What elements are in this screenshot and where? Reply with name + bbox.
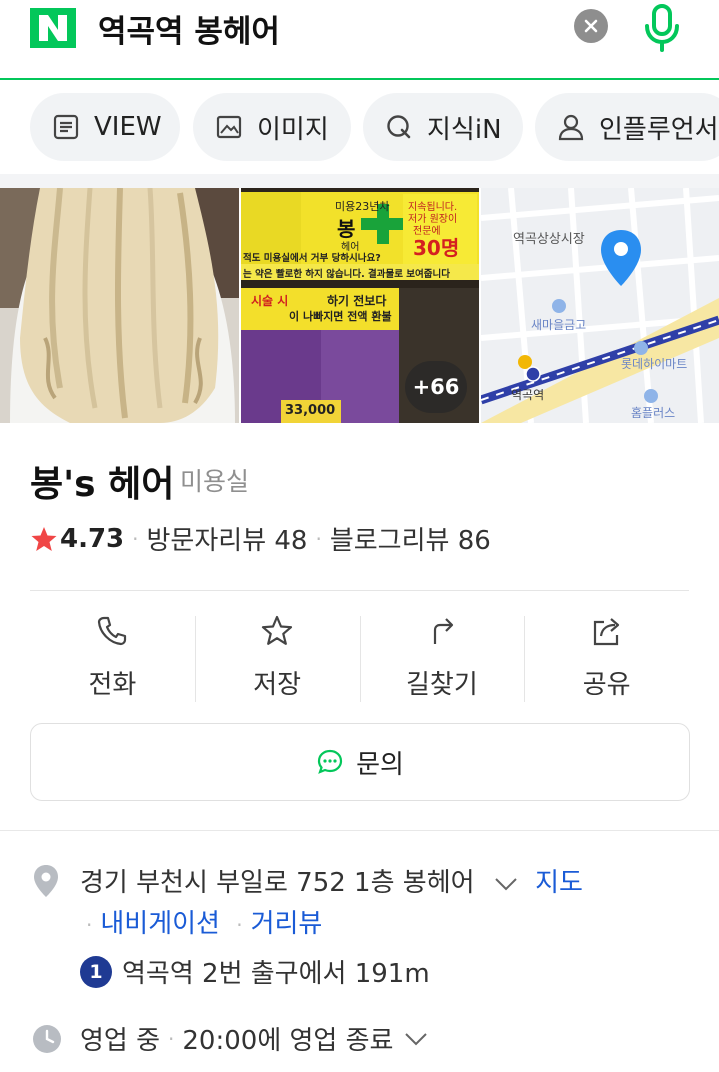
image-icon [215, 113, 243, 141]
hours-row[interactable]: 영업 중 · 20:00에 영업 종료 [80, 1020, 429, 1057]
naver-logo[interactable] [30, 8, 76, 48]
call-button[interactable]: 전화 [30, 604, 195, 704]
sign-slogan: 적도 미용실에서 거부 당하시나요? [243, 253, 381, 264]
rating-row: 4.73 · 방문자리뷰 48 · 블로그리뷰 86 [30, 520, 491, 557]
sign-slogan2: 는 약은 빨로한 하지 않습니다. 결과물로 보여줍니다 [243, 269, 450, 280]
q-icon [385, 113, 413, 141]
map-label-mart: 롯데하이마트 [621, 357, 688, 371]
map-label-homeplus: 홈플러스 [631, 406, 676, 420]
address-links: · 내비게이션 · 거리뷰 [78, 903, 322, 940]
navigation-link[interactable]: 내비게이션 [100, 909, 220, 939]
share-button[interactable]: 공유 [524, 604, 689, 704]
inquiry-label: 문의 [356, 749, 404, 780]
action-label: 공유 [582, 670, 631, 700]
tab-label: 이미지 [257, 114, 329, 145]
clock-icon [33, 1025, 61, 1053]
naver-n-icon [30, 8, 76, 48]
map-label-market: 역곡상상시장 [513, 232, 585, 247]
blog-reviews-link[interactable]: 블로그리뷰 86 [330, 520, 491, 557]
chevron-down-icon[interactable] [403, 1029, 429, 1049]
subway-line-badge: 1 [80, 955, 112, 988]
map-label-station: 역곡역 [511, 388, 545, 402]
map-label-bank: 새마을금고 [531, 318, 587, 332]
rating-value: 4.73 [60, 523, 125, 554]
sign-promo1: 시술 시 [251, 294, 289, 308]
place-category: 미용실 [180, 467, 250, 496]
tab-knowledge-in[interactable]: 지식iN [363, 93, 523, 161]
close-icon [584, 19, 598, 33]
hair-photo[interactable] [0, 188, 239, 423]
tab-images[interactable]: 이미지 [193, 93, 351, 161]
subway-row: 1 역곡역 2번 출구에서 191m [80, 953, 430, 990]
save-button[interactable]: 저장 [194, 604, 360, 704]
search-query[interactable]: 역곡역 봉헤어 [98, 6, 280, 51]
separator-dot: · [132, 526, 139, 551]
sign-promo2: 하기 전보다 [327, 294, 387, 308]
microphone-icon [645, 4, 679, 52]
separator-dot: · [315, 526, 322, 551]
blonde-hair-image [0, 188, 239, 423]
clear-search-button[interactable] [574, 9, 608, 43]
location-pin-icon [34, 865, 58, 897]
sign-big-number: 30명 [413, 236, 460, 260]
section-divider [0, 174, 719, 188]
separator-dot: · [236, 913, 243, 937]
map-thumbnail[interactable]: 역곡상상시장 새마을금고 롯데하이마트 역곡역 홈플러스 [481, 188, 719, 423]
subway-distance: 역곡역 2번 출구에서 191m [122, 959, 430, 989]
chat-bubble-icon [317, 749, 343, 774]
action-bar: 전화 저장 길찾기 공유 [30, 604, 689, 704]
street-view-link[interactable]: 거리뷰 [251, 909, 323, 939]
inquiry-button[interactable]: 문의 [30, 723, 690, 801]
tab-label: 지식iN [427, 114, 502, 145]
sign-promo3: 이 나빠지면 전액 환불 [289, 310, 392, 323]
chevron-down-icon[interactable] [493, 874, 519, 894]
divider [0, 830, 719, 831]
tab-influencer[interactable]: 인플루언서 [535, 93, 719, 161]
directions-icon [433, 618, 453, 644]
closing-time: 20:00에 영업 종료 [182, 1026, 394, 1056]
tab-view[interactable]: VIEW [30, 93, 180, 161]
map-link[interactable]: 지도 [535, 868, 583, 898]
shop-sign-photo[interactable]: 미용23년차 봉 헤어 지속됩니다. 저가 원장이 전문에 30명 적도 미용실… [241, 188, 479, 423]
voice-search-button[interactable] [640, 3, 684, 53]
tab-label: VIEW [94, 112, 162, 142]
place-name: 봉's 헤어 [30, 464, 175, 505]
tab-label: 인플루언서 [599, 114, 719, 145]
document-icon [52, 113, 80, 141]
share-icon [593, 618, 619, 646]
action-label: 저장 [253, 670, 302, 700]
separator-dot: · [86, 913, 93, 937]
search-tabs: VIEW 이미지 지식iN 인플루언서 [0, 93, 719, 161]
phone-icon [98, 616, 127, 646]
directions-button[interactable]: 길찾기 [359, 604, 525, 704]
person-icon [557, 113, 585, 141]
business-status: 영업 중 [80, 1026, 161, 1056]
search-header: 역곡역 봉헤어 [0, 0, 719, 80]
sign-line1: 미용23년차 [335, 200, 390, 213]
divider [30, 590, 689, 591]
star-outline-icon [262, 615, 293, 645]
photo-gallery: 미용23년차 봉 헤어 지속됩니다. 저가 원장이 전문에 30명 적도 미용실… [0, 188, 719, 423]
visitor-reviews-link[interactable]: 방문자리뷰 48 [147, 520, 308, 557]
action-label: 길찾기 [405, 670, 478, 700]
sign-price: 33,000 [285, 403, 336, 418]
separator-dot: · [168, 1026, 175, 1051]
action-label: 전화 [88, 670, 137, 700]
address-row: 경기 부천시 부일로 752 1층 봉헤어 지도 [80, 862, 583, 899]
star-icon [31, 526, 57, 551]
more-photos-badge[interactable]: +66 [405, 361, 467, 413]
address-text: 경기 부천시 부일로 752 1층 봉헤어 [80, 868, 475, 898]
